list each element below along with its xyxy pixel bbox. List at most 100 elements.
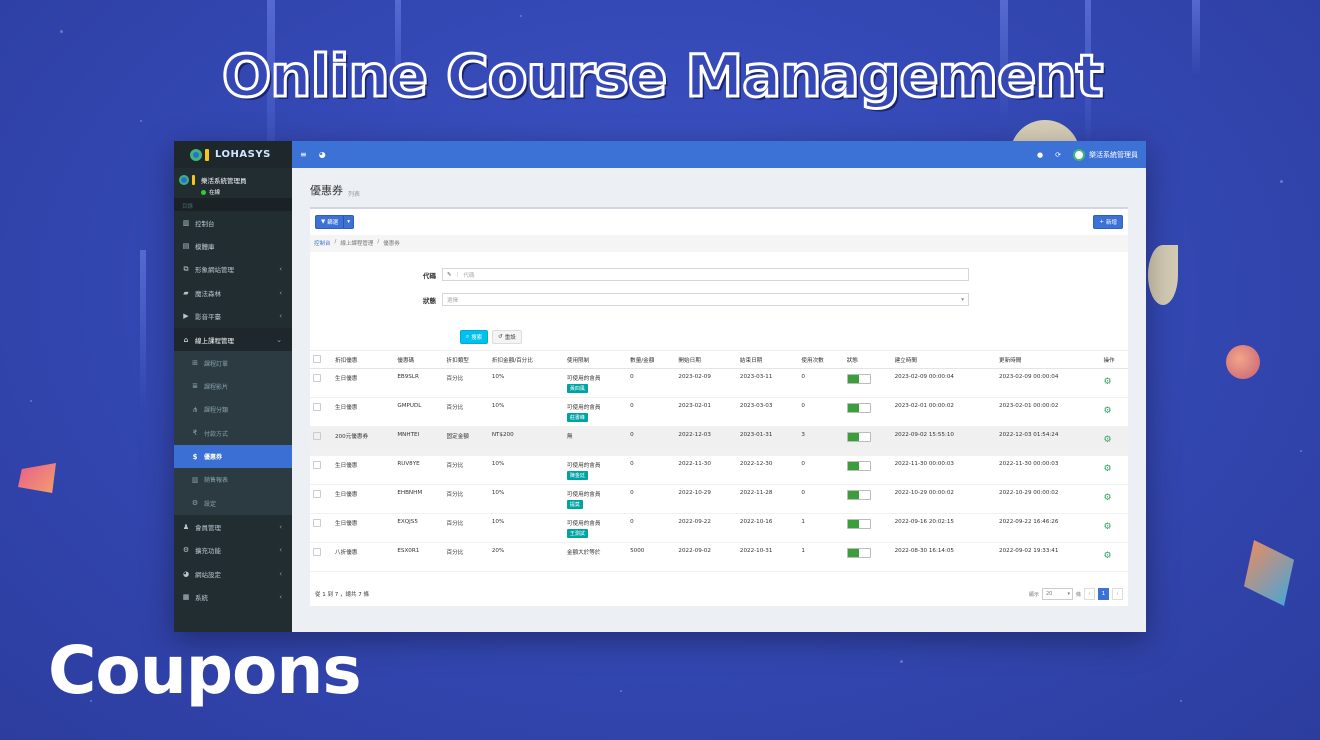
column-header[interactable]: 折扣金額/百分比: [488, 350, 564, 369]
help-icon[interactable]: ●: [1037, 151, 1043, 159]
status-toggle[interactable]: [846, 519, 871, 529]
cell-name: 生日優惠: [332, 484, 395, 514]
status-toggle[interactable]: [846, 548, 871, 558]
cell-type: 百分比: [443, 513, 489, 543]
sidebar-item-sidebar-subitems-1[interactable]: ≣ 課程影片: [174, 374, 292, 399]
cell-code: MNHTEI: [394, 426, 444, 456]
cell-type: 百分比: [443, 542, 489, 572]
cell-type: 百分比: [443, 397, 489, 427]
cell-code: EXQJS5: [394, 513, 444, 543]
search-button[interactable]: ⌕ 搜索: [460, 330, 489, 344]
column-header[interactable]: 折扣優惠: [332, 350, 395, 369]
sidebar-item-sidebar-bottom_items-2[interactable]: ◕ 網站設定 ‹: [174, 562, 292, 585]
status-toggle[interactable]: [846, 403, 871, 413]
sidebar-item-sidebar-items-0[interactable]: ▥ 控制台: [174, 211, 292, 234]
sidebar-item-sidebar-items-5[interactable]: ⌂ 線上課程管理 ⌄: [174, 327, 292, 352]
status-toggle[interactable]: [846, 374, 871, 384]
column-header[interactable]: 操作: [1100, 350, 1128, 369]
status-toggle[interactable]: [846, 432, 871, 442]
column-header[interactable]: 開始日期: [675, 350, 737, 369]
menu-toggle-icon[interactable]: ≡: [300, 150, 307, 159]
user-name: 樂活系統管理員: [201, 177, 247, 185]
sidebar-item-sidebar-subitems-2[interactable]: ⋔ 課程分類: [174, 398, 292, 422]
gear-icon[interactable]: ⚙: [1103, 464, 1111, 474]
cell-start: 2022-09-02: [675, 542, 737, 572]
row-checkbox[interactable]: [313, 403, 321, 411]
breadcrumb-home[interactable]: 控制台: [314, 239, 331, 248]
row-checkbox[interactable]: [313, 432, 321, 440]
main-content: 優惠券 列表 ▼ 篩選 ▾ + 新增 控制台 / 線上課程管理 / 優惠券 代碼 ✎ | 代碼…: [292, 168, 1146, 632]
column-header[interactable]: 結束日期: [736, 350, 799, 369]
user-menu[interactable]: 樂活系統管理員: [1073, 148, 1138, 161]
cell-used: 0: [798, 455, 844, 485]
light-streak: [1192, 0, 1200, 75]
member-tag: 莊書峰: [566, 413, 588, 422]
row-checkbox[interactable]: [313, 461, 321, 469]
bank-icon: ⌂: [183, 335, 189, 344]
column-header[interactable]: 優惠碼: [394, 350, 444, 369]
gear-icon[interactable]: ⚙: [1103, 406, 1111, 416]
status-toggle[interactable]: [846, 461, 871, 471]
sidebar: LOHASYS 樂活系統管理員 在線 目錄 ▥ 控制台 ▤ 模體庫 ⧉ 形象網站管理 ‹ ▰ 魔…: [174, 141, 292, 632]
sidebar-item-sidebar-bottom_items-1[interactable]: ⚙ 擴充功能 ‹: [174, 538, 292, 561]
pagination: 顯示 20 ▾ 條 ‹ 1 ›: [1029, 588, 1123, 600]
filter-dropdown-button[interactable]: ▾: [343, 215, 355, 229]
brand-logo[interactable]: LOHASYS: [174, 141, 292, 168]
sidebar-item-sidebar-subitems-6[interactable]: ⚙ 設定: [174, 491, 292, 516]
column-header[interactable]: 使用次數: [798, 350, 844, 369]
sidebar-item-label: 課程訂單: [204, 360, 229, 368]
sidebar-item-sidebar-subitems-5[interactable]: ▥ 銷售報表: [174, 468, 292, 492]
list-icon: ≣: [192, 382, 198, 391]
gear-icon[interactable]: ⚙: [1103, 377, 1111, 387]
column-header[interactable]: 建立時間: [891, 350, 997, 369]
column-header[interactable]: 更新時間: [996, 350, 1101, 369]
next-page-button[interactable]: ›: [1112, 588, 1123, 600]
code-input[interactable]: ✎ | 代碼: [442, 268, 969, 281]
reset-button[interactable]: ↺ 重設: [492, 330, 522, 344]
cell-amount: 20%: [488, 542, 564, 572]
row-checkbox[interactable]: [313, 374, 321, 382]
sidebar-item-label: 線上課程管理: [195, 336, 234, 345]
select-all-checkbox[interactable]: [313, 354, 321, 363]
cell-used: 1: [798, 542, 844, 572]
row-checkbox[interactable]: [313, 519, 321, 527]
column-header[interactable]: 狀態: [843, 350, 892, 369]
sidebar-item-sidebar-subitems-0[interactable]: ⊞ 課程訂單: [174, 351, 292, 375]
gear-icon[interactable]: ⚙: [1103, 551, 1111, 561]
sidebar-item-sidebar-bottom_items-3[interactable]: ▦ 系統 ‹: [174, 585, 292, 608]
sidebar-item-sidebar-subitems-3[interactable]: ₹ 付款方式: [174, 421, 292, 445]
gear-icon[interactable]: ⚙: [1103, 435, 1111, 445]
sidebar-item-sidebar-items-4[interactable]: ▶ 影音平臺 ‹: [174, 305, 292, 328]
cell-qty: 0: [627, 426, 676, 456]
refresh-icon[interactable]: ⟳: [1055, 151, 1061, 159]
prev-page-button[interactable]: ‹: [1084, 588, 1095, 600]
globe-icon[interactable]: ◕: [319, 150, 326, 159]
usage-limit: 金額大於等於: [566, 550, 601, 556]
page-size-select[interactable]: 20 ▾: [1041, 588, 1073, 600]
status-toggle[interactable]: [846, 490, 871, 500]
chart-icon: ▥: [182, 218, 190, 227]
cell-end: 2022-12-30: [736, 455, 799, 485]
sidebar-item-sidebar-items-3[interactable]: ▰ 魔法森林 ‹: [174, 281, 292, 304]
row-checkbox[interactable]: [313, 548, 321, 556]
sidebar-item-sidebar-subitems-4[interactable]: $ 優惠券: [174, 444, 292, 469]
sidebar-item-sidebar-items-2[interactable]: ⧉ 形象網站管理 ‹: [174, 258, 292, 281]
pagination-summary: 從 1 到 7 ，總共 7 條: [315, 592, 369, 598]
sidebar-item-sidebar-items-1[interactable]: ▤ 模體庫: [174, 234, 292, 257]
sidebar-item-label: 擴充功能: [195, 547, 221, 556]
gear-icon[interactable]: ⚙: [1103, 493, 1111, 503]
breadcrumb-parent[interactable]: 線上課程管理: [340, 239, 373, 248]
page-1-button[interactable]: 1: [1098, 588, 1109, 600]
sidebar-item-sidebar-bottom_items-0[interactable]: ♟ 會員管理 ‹: [174, 515, 292, 538]
add-coupon-button[interactable]: + 新增: [1093, 215, 1123, 229]
column-header[interactable]: 數量/金額: [627, 350, 676, 369]
gear-icon[interactable]: ⚙: [1103, 522, 1111, 532]
dollar-icon: $: [192, 452, 198, 461]
column-header[interactable]: 折扣類型: [443, 350, 489, 369]
column-header[interactable]: 使用限制: [563, 350, 628, 369]
status-select[interactable]: 選擇 ▾: [442, 293, 969, 306]
user-status: 在線: [201, 188, 247, 196]
row-checkbox[interactable]: [313, 490, 321, 498]
sidebar-item-label: 系統: [195, 593, 208, 602]
filter-button[interactable]: ▼ 篩選: [315, 215, 345, 229]
